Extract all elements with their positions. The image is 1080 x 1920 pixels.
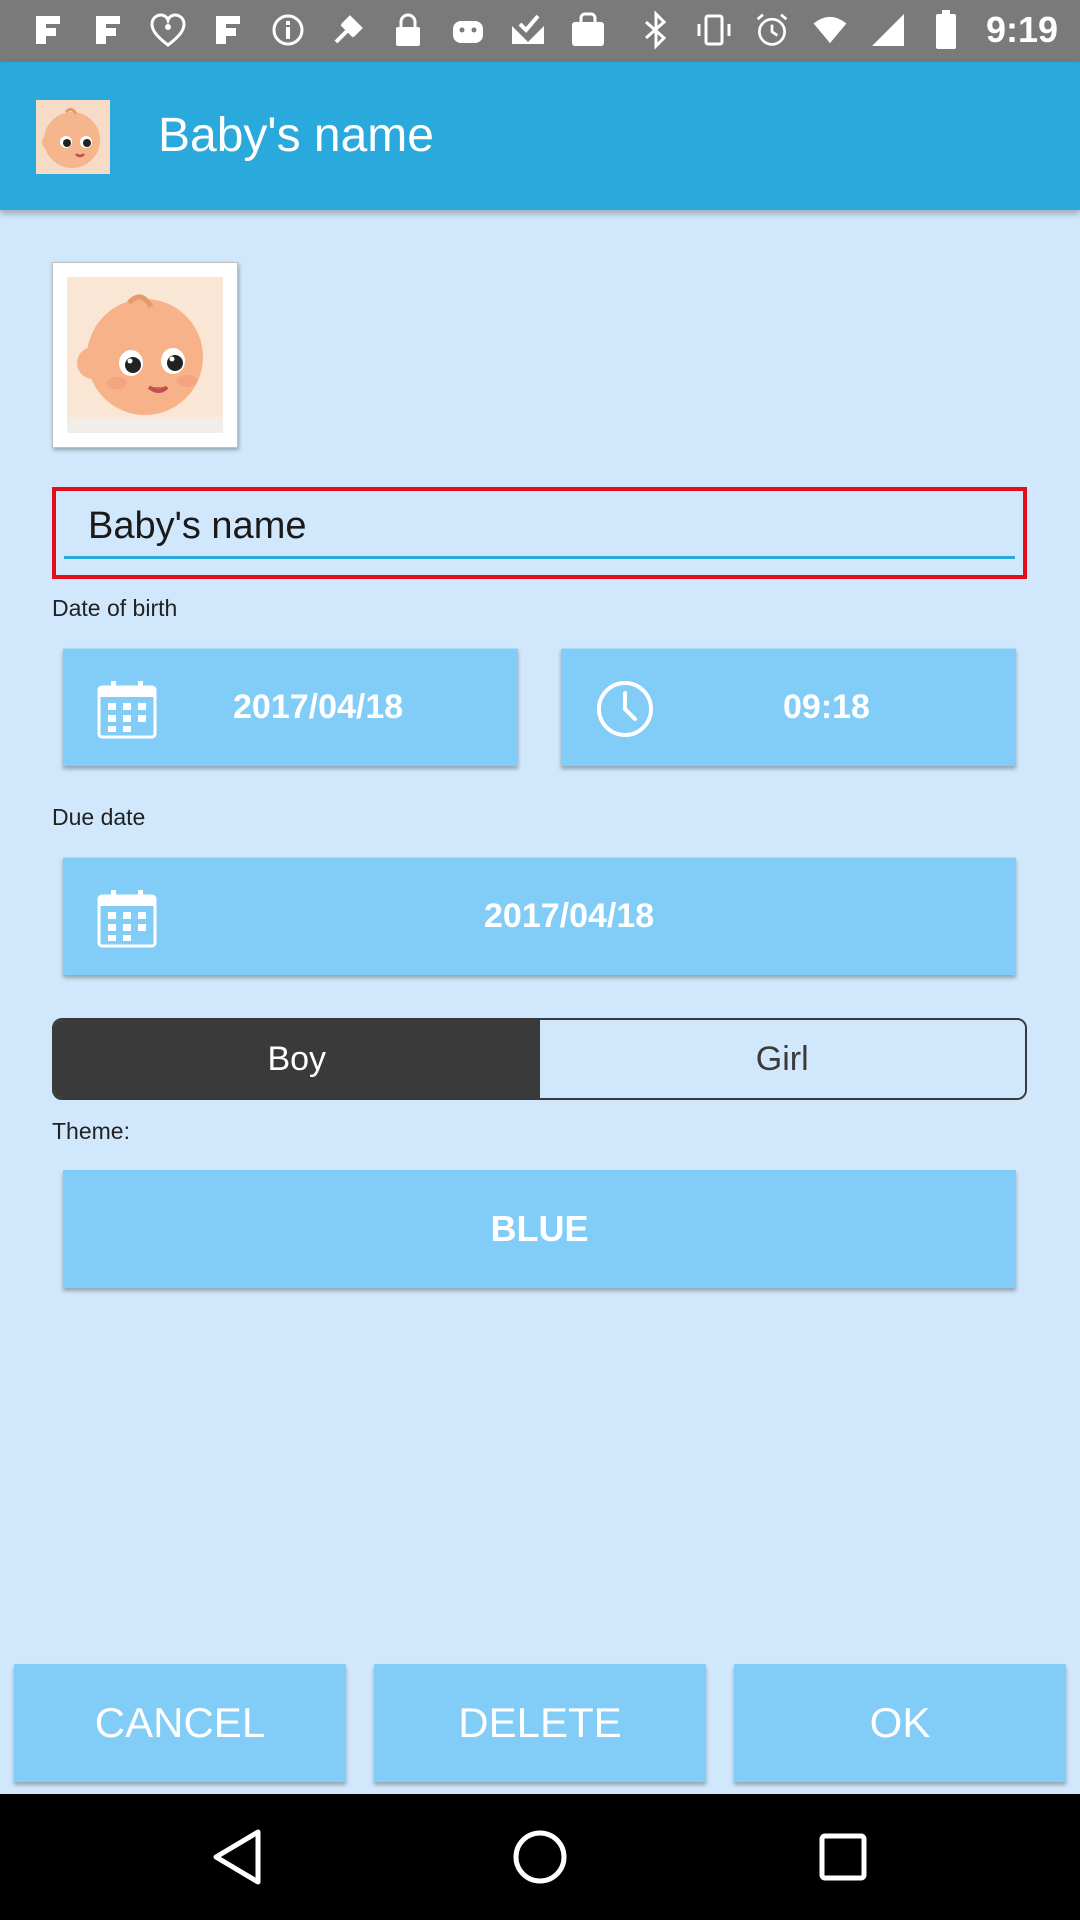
gender-option-girl[interactable]: Girl [539,1020,1025,1098]
birth-date-picker[interactable]: 2017/04/18 [63,648,518,766]
page-title: Baby's name [158,109,434,162]
wifi-icon [812,8,848,52]
delete-button[interactable]: DELETE [374,1664,706,1782]
baby-face-icon [36,100,110,174]
birth-date-value: 2017/04/18 [233,688,404,726]
date-of-birth-label: Date of birth [52,595,178,621]
gender-toggle: Boy Girl [52,1018,1027,1100]
status-time: 9:19 [985,9,1058,50]
due-date-label: Due date [52,804,146,830]
due-date-value: 2017/04/18 [484,897,655,935]
ok-button[interactable]: OK [734,1664,1066,1782]
baby-name-field-container [52,487,1027,579]
calendar-icon [97,888,157,948]
app-notification-icon [28,10,68,50]
fake-gps-icon [328,10,368,50]
task-done-icon [508,10,548,50]
gender-option-boy[interactable]: Boy [54,1020,540,1098]
iheart-radio-icon [148,10,188,50]
cancel-button[interactable]: CANCEL [14,1664,346,1782]
app-notification-icon [88,10,128,50]
baby-face-icon [67,277,223,433]
due-date-picker[interactable]: 2017/04/18 [63,857,1016,975]
birth-time-value: 09:18 [783,688,870,726]
status-notification-icons [28,10,608,50]
system-navigation-bar [0,1794,1080,1920]
android-icon [448,10,488,50]
vibrate-icon [696,8,732,52]
calendar-icon [97,679,157,739]
lock-icon [388,10,428,50]
clock-icon [595,679,655,739]
baby-photo[interactable] [52,262,238,448]
status-bar: 9:19 [0,0,1080,62]
theme-selector-button[interactable]: BLUE [63,1170,1016,1288]
alarm-icon [754,8,790,52]
info-icon [268,10,308,50]
signal-icon [870,8,906,52]
baby-name-input[interactable] [64,497,1015,559]
back-icon[interactable] [204,1824,270,1890]
app-notification-icon [208,10,248,50]
recent-apps-icon[interactable] [810,1824,876,1890]
birth-time-picker[interactable]: 09:18 [561,648,1016,766]
theme-label: Theme: [52,1118,130,1144]
battery-icon [928,8,964,52]
home-icon[interactable] [507,1824,573,1890]
status-system-icons: 9:19 [638,8,1058,52]
shopping-bag-icon [568,10,608,50]
app-bar: Baby's name [0,62,1080,210]
bluetooth-icon [638,8,674,52]
